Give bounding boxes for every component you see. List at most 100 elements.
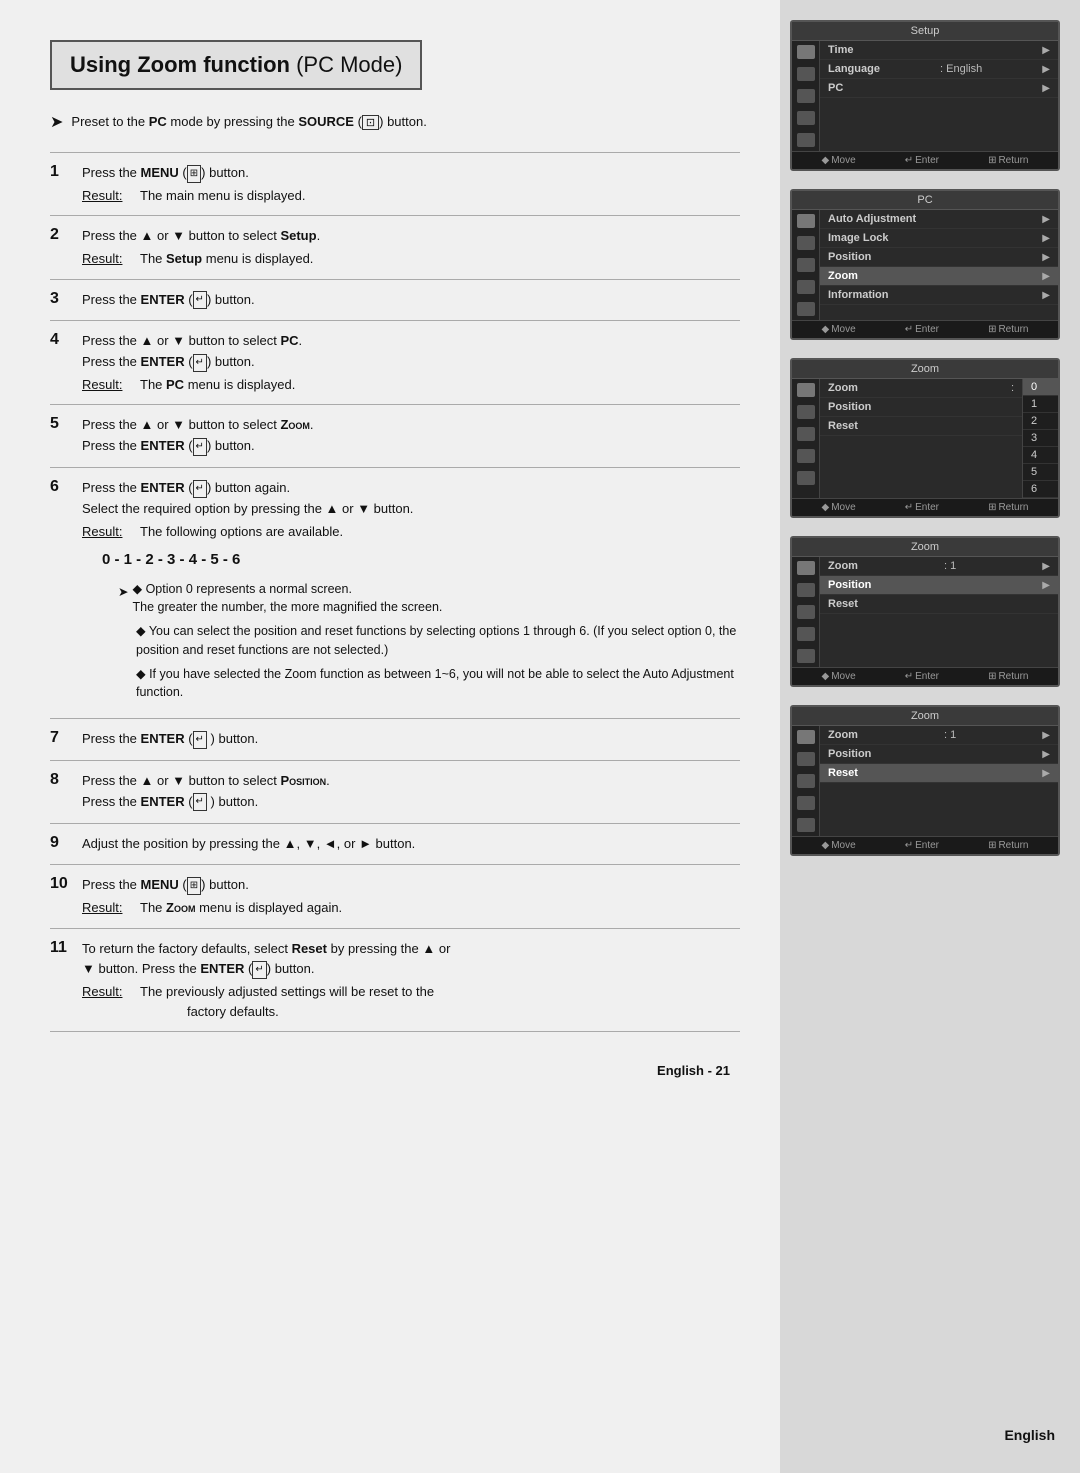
arrow-icon: ➤ bbox=[118, 583, 128, 602]
enter-icon: ↵ bbox=[193, 291, 207, 309]
zoom-num-1: 1 bbox=[1023, 396, 1058, 413]
move-label: Move bbox=[831, 671, 855, 682]
step-row: 10 Press the MENU (⊞) button. Result: Th… bbox=[50, 865, 740, 928]
step-row: 7 Press the ENTER (↵ ) button. bbox=[50, 719, 740, 761]
row-label: Language bbox=[828, 63, 880, 75]
footer-language: English - 21 bbox=[657, 1063, 730, 1078]
menu-row: Zoom : 1 ▶ bbox=[820, 726, 1058, 745]
screen-title: Zoom bbox=[792, 360, 1058, 379]
screen-zoom-position: Zoom Zoom : 1 ▶ Position bbox=[790, 536, 1060, 687]
screen-icon bbox=[797, 280, 815, 294]
screen-bottom-bar: ◆ Move ↵ Enter ⊞ Return bbox=[792, 836, 1058, 854]
menu-row-highlighted: Zoom ▶ bbox=[820, 267, 1058, 286]
footer-language-label: English bbox=[1004, 1427, 1055, 1443]
return-label: Return bbox=[998, 840, 1028, 851]
menu-row: Position ▶ bbox=[820, 745, 1058, 764]
page-title-normal: (PC Mode) bbox=[296, 52, 402, 77]
bottom-bar-enter: ↵ Enter bbox=[905, 155, 939, 166]
result-text: The Setup menu is displayed. bbox=[140, 249, 313, 269]
page-title: Using Zoom function (PC Mode) bbox=[70, 52, 402, 78]
screen-icons-col bbox=[792, 379, 820, 498]
row-label: Zoom bbox=[828, 729, 858, 741]
step-row: 6 Press the ENTER (↵) button again. Sele… bbox=[50, 468, 740, 719]
step-number: 3 bbox=[50, 279, 78, 321]
screen-bottom-bar: ◆ Move ↵ Enter ⊞ Return bbox=[792, 320, 1058, 338]
row-value: : English bbox=[940, 63, 982, 75]
page: Using Zoom function (PC Mode) ➤ Preset t… bbox=[0, 0, 1080, 1473]
bullet-points: ➤ ◆ Option 0 represents a normal screen.… bbox=[118, 580, 740, 703]
bottom-bar-return: ⊞ Return bbox=[988, 324, 1028, 335]
enter-label: Enter bbox=[915, 840, 939, 851]
enter-icon: ↵ bbox=[905, 840, 913, 851]
screen-title: Setup bbox=[792, 22, 1058, 41]
row-label: Time bbox=[828, 44, 853, 56]
enter-label: Enter bbox=[915, 502, 939, 513]
bottom-bar-enter: ↵ Enter bbox=[905, 671, 939, 682]
enter-icon: ↵ bbox=[193, 354, 207, 372]
screen-icon bbox=[797, 45, 815, 59]
screen-body: Zoom : 1 ▶ Position ▶ Reset bbox=[792, 557, 1058, 667]
arrow-icon: ▶ bbox=[1042, 561, 1050, 572]
screen-title: Zoom bbox=[792, 707, 1058, 726]
bullet-item: ◆ You can select the position and reset … bbox=[118, 622, 740, 660]
screen-body: Time ▶ Language : English ▶ PC ▶ bbox=[792, 41, 1058, 151]
return-icon: ⊞ bbox=[988, 671, 996, 682]
bottom-bar-move: ◆ Move bbox=[822, 671, 856, 682]
menu-row: Position bbox=[820, 398, 1022, 417]
screen-body: Zoom : 1 ▶ Position ▶ Reset ▶ bbox=[792, 726, 1058, 836]
step-number: 6 bbox=[50, 468, 78, 719]
result-label: Result: bbox=[82, 375, 130, 395]
enter-icon: ↵ bbox=[905, 671, 913, 682]
enter-icon: ↵ bbox=[905, 324, 913, 335]
step-row: 1 Press the MENU (⊞) button. Result: The… bbox=[50, 153, 740, 216]
screen-icons-col bbox=[792, 557, 820, 667]
screen-setup: Setup Time ▶ Language : Englis bbox=[790, 20, 1060, 171]
preset-text: Preset to the PC mode by pressing the SO… bbox=[71, 114, 426, 130]
screen-bottom-bar: ◆ Move ↵ Enter ⊞ Return bbox=[792, 151, 1058, 169]
steps-table: 1 Press the MENU (⊞) button. Result: The… bbox=[50, 152, 740, 1032]
menu-row: Zoom : 1 ▶ bbox=[820, 557, 1058, 576]
move-label: Move bbox=[831, 840, 855, 851]
enter-label: Enter bbox=[915, 155, 939, 166]
menu-row-highlighted: Position ▶ bbox=[820, 576, 1058, 595]
step-content: Press the ENTER (↵ ) button. bbox=[78, 719, 740, 761]
row-label: Information bbox=[828, 289, 889, 301]
enter-icon: ↵ bbox=[193, 438, 207, 456]
result-label: Result: bbox=[82, 249, 130, 269]
options-line: 0 - 1 - 2 - 3 - 4 - 5 - 6 bbox=[102, 549, 740, 572]
return-label: Return bbox=[998, 155, 1028, 166]
step-content: Press the ENTER (↵) button. bbox=[78, 279, 740, 321]
screen-icons-col bbox=[792, 726, 820, 836]
arrow-right-icon: ➤ bbox=[50, 112, 63, 132]
menu-icon: ⊞ bbox=[187, 165, 201, 183]
menu-row-highlighted: Reset ▶ bbox=[820, 764, 1058, 783]
menu-row: Reset bbox=[820, 417, 1022, 436]
arrow-icon: ▶ bbox=[1042, 768, 1050, 779]
step-row: 5 Press the ▲ or ▼ button to select Zoom… bbox=[50, 405, 740, 468]
screen-bottom-bar: ◆ Move ↵ Enter ⊞ Return bbox=[792, 498, 1058, 516]
page-title-bold: Using Zoom function bbox=[70, 52, 290, 77]
enter-icon: ↵ bbox=[193, 731, 207, 749]
arrow-icon: ▶ bbox=[1042, 580, 1050, 591]
row-label: Reset bbox=[828, 767, 858, 779]
bullet-item: ◆ If you have selected the Zoom function… bbox=[118, 665, 740, 703]
menu-row: Zoom : bbox=[820, 379, 1022, 398]
screen-icon bbox=[797, 774, 815, 788]
bullet-text: ◆ You can select the position and reset … bbox=[136, 622, 740, 660]
arrow-icon: ▶ bbox=[1042, 252, 1050, 263]
result-text: The following options are available. bbox=[140, 522, 343, 542]
arrow-icon: ▶ bbox=[1042, 749, 1050, 760]
screen-zoom-reset: Zoom Zoom : 1 ▶ Position bbox=[790, 705, 1060, 856]
screen-body: Zoom : Position Reset bbox=[792, 379, 1058, 498]
move-label: Move bbox=[831, 324, 855, 335]
enter-icon: ↵ bbox=[905, 155, 913, 166]
screen-title: PC bbox=[792, 191, 1058, 210]
row-label: Position bbox=[828, 401, 871, 413]
screen-icon bbox=[797, 627, 815, 641]
screen-icons-col bbox=[792, 210, 820, 320]
screen-icon bbox=[797, 383, 815, 397]
return-label: Return bbox=[998, 324, 1028, 335]
row-value: : 1 bbox=[944, 729, 956, 741]
menu-row: Time ▶ bbox=[820, 41, 1058, 60]
step-row: 9 Adjust the position by pressing the ▲,… bbox=[50, 823, 740, 865]
